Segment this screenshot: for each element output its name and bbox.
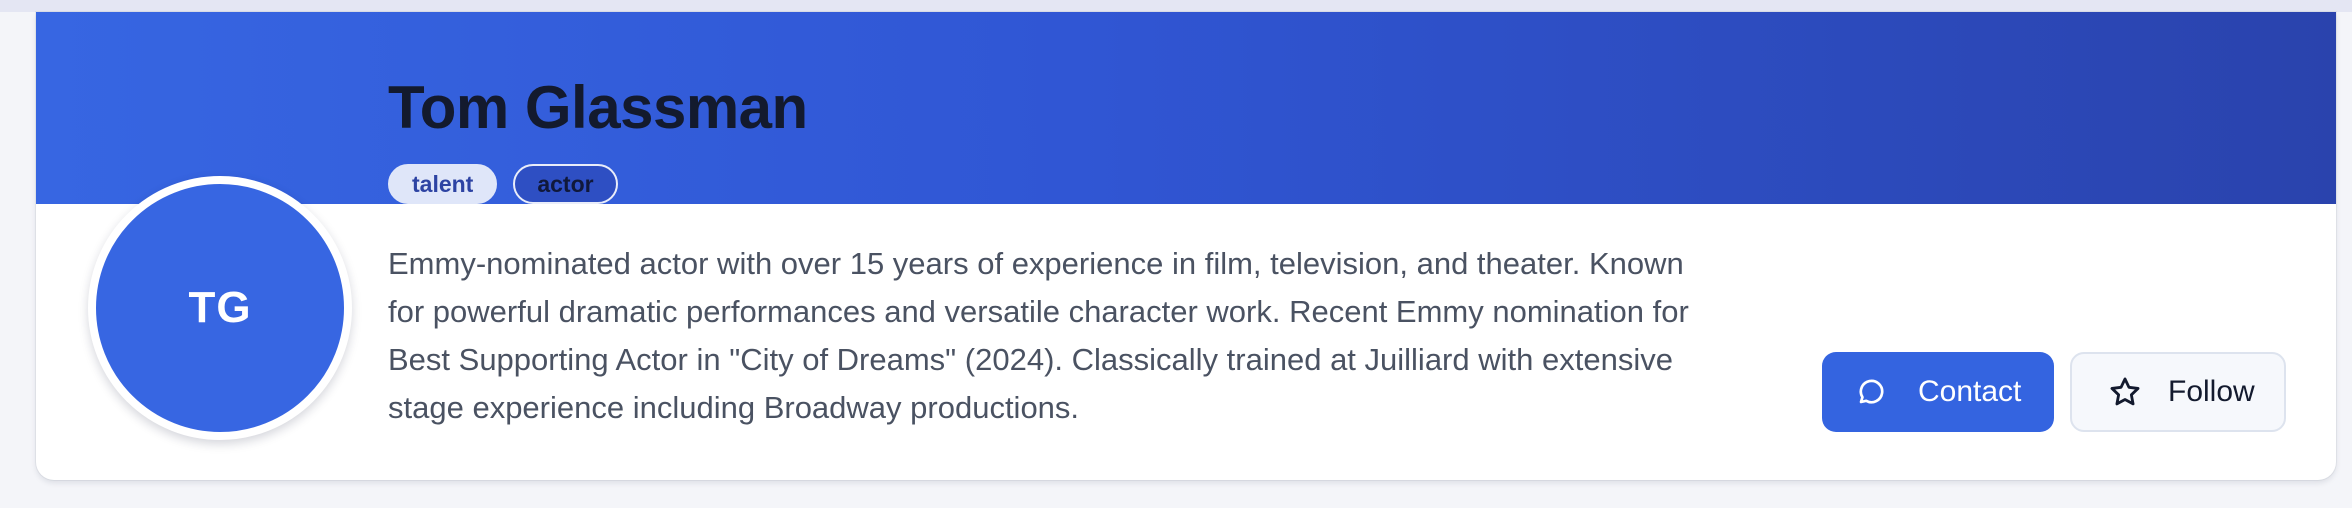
avatar: TG (88, 176, 352, 440)
profile-name: Tom Glassman (388, 74, 808, 141)
avatar-initials: TG (188, 283, 252, 332)
profile-tags: talent actor (388, 164, 618, 204)
star-outline-icon (2108, 375, 2142, 409)
profile-card: Tom Glassman talent actor TG Emmy-nomina… (36, 12, 2336, 480)
contact-button[interactable]: Contact (1822, 352, 2054, 432)
chat-bubble-icon (1854, 375, 1888, 409)
profile-bio: Emmy-nominated actor with over 15 years … (388, 246, 1689, 425)
top-strip (0, 0, 2352, 12)
profile-banner (36, 12, 2336, 204)
tag-actor[interactable]: actor (513, 164, 618, 204)
follow-button[interactable]: Follow (2070, 352, 2286, 432)
follow-button-label: Follow (2168, 375, 2255, 408)
tag-talent[interactable]: talent (388, 164, 498, 204)
contact-button-label: Contact (1918, 375, 2022, 408)
